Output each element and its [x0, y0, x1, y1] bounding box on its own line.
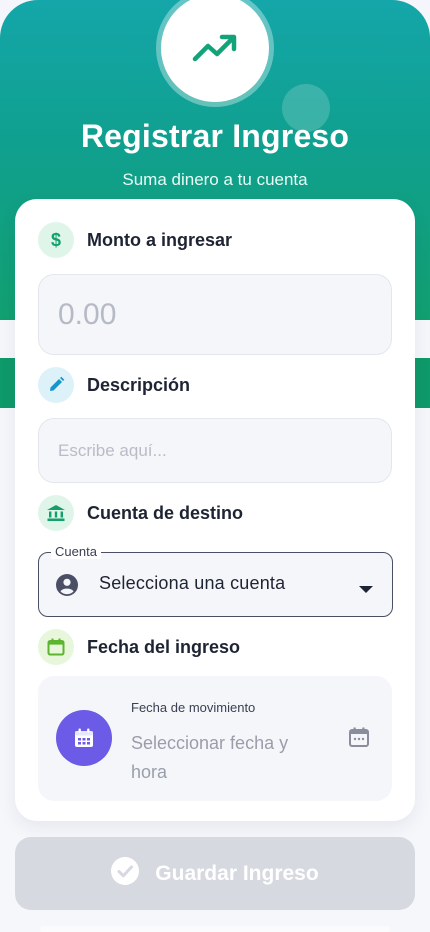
dollar-icon: $ — [38, 222, 74, 258]
bottom-divider — [40, 926, 390, 932]
income-form-card: $ Monto a ingresar 0.00 Descripción Escr… — [15, 199, 415, 821]
save-button-label: Guardar Ingreso — [155, 861, 319, 885]
chevron-down-icon — [359, 581, 373, 599]
save-income-button[interactable]: Guardar Ingreso — [15, 837, 415, 910]
date-label: Fecha del ingreso — [87, 636, 241, 657]
date-section-header: Fecha del ingreso — [38, 629, 240, 665]
calendar-event-icon — [56, 710, 112, 766]
account-section-header: Cuenta de destino — [38, 495, 243, 531]
date-caption: Fecha de movimiento — [131, 700, 256, 715]
date-placeholder: Seleccionar fecha y hora — [131, 733, 289, 782]
account-select[interactable]: Cuenta Selecciona una cuenta — [38, 544, 393, 617]
account-circle-icon — [56, 574, 78, 601]
page-title: Registrar Ingreso — [80, 118, 350, 154]
description-placeholder: Escribe aquí... — [58, 441, 167, 460]
amount-section-header: $ Monto a ingresar — [38, 222, 232, 258]
description-label: Descripción — [87, 374, 191, 395]
account-label: Cuenta de destino — [87, 502, 244, 523]
account-select-value: Selecciona una cuenta — [99, 573, 286, 593]
bank-icon — [38, 495, 74, 531]
date-picker-field[interactable]: Fecha de movimiento Seleccionar fecha y … — [38, 676, 392, 801]
calendar-icon — [38, 629, 74, 665]
amount-placeholder: 0.00 — [58, 298, 117, 331]
pencil-icon — [38, 367, 74, 403]
amount-input[interactable]: 0.00 — [38, 274, 392, 355]
description-input[interactable]: Escribe aquí... — [38, 418, 392, 483]
page-subtitle: Suma dinero a tu cuenta — [122, 170, 308, 189]
calendar-small-icon[interactable] — [348, 726, 370, 753]
description-section-header: Descripción — [38, 367, 190, 403]
screen: Registrar Ingreso Suma dinero a tu cuent… — [0, 0, 430, 932]
check-circle-icon — [111, 857, 140, 890]
amount-label: Monto a ingresar — [87, 229, 233, 250]
account-field-label: Cuenta — [51, 544, 101, 559]
